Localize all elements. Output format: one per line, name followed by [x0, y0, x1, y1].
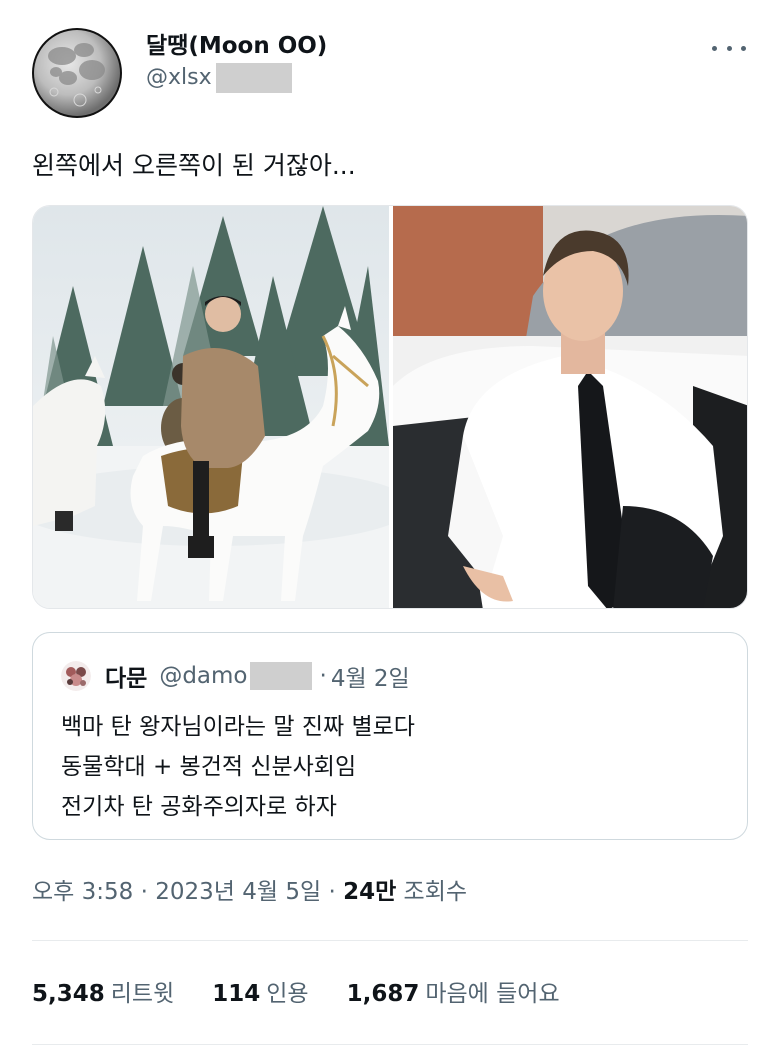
quote-text-line: 동물학대 + 봉건적 신분사회임: [61, 754, 357, 780]
author-info: 달땡(Moon OO) @xlsx: [146, 30, 327, 94]
quote-author-name[interactable]: 다문: [105, 659, 147, 693]
photo-man-in-white-shirt: [393, 206, 747, 608]
likes-count: 1,687: [346, 981, 420, 1007]
divider: [32, 1044, 748, 1045]
views-label: 조회수: [403, 879, 468, 905]
tweet-text: 왼쪽에서 오른쪽이 된 거잖아...: [32, 151, 356, 180]
author-display-name[interactable]: 달땡(Moon OO): [146, 30, 327, 62]
views-count[interactable]: 24만: [343, 879, 396, 905]
quote-date-separator: ·: [319, 663, 327, 689]
likes-label: 마음에 들어요: [425, 981, 560, 1007]
author-handle-row: @xlsx: [146, 62, 327, 94]
quoted-tweet[interactable]: 다문 @damo · 4월 2일 백마 탄 왕자님이라는 말 진짜 별로다 동물…: [32, 632, 748, 840]
tweet-time[interactable]: 오후 3:58: [32, 879, 133, 905]
photo-riders-on-white-horses: [33, 206, 413, 608]
more-options-icon[interactable]: [712, 38, 746, 58]
likes-stat[interactable]: 1,687 마음에 들어요: [347, 976, 560, 1012]
meta-separator: ·: [140, 879, 148, 905]
quotes-label: 인용: [266, 981, 309, 1007]
tweet-date[interactable]: 2023년 4월 5일: [155, 879, 321, 905]
divider: [32, 940, 748, 941]
quote-handle-redaction: [249, 662, 312, 690]
tweet-header: 달땡(Moon OO) @xlsx: [32, 28, 752, 118]
tweet-media[interactable]: [32, 205, 748, 609]
quote-date[interactable]: 4월 2일: [331, 659, 410, 693]
meta-separator: ·: [328, 879, 336, 905]
tweet-stats: 5,348 리트윗 114 인용 1,687 마음에 들어요: [32, 976, 598, 1012]
retweets-label: 리트윗: [110, 981, 175, 1007]
quote-text-line: 전기차 탄 공화주의자로 하자: [61, 794, 337, 820]
quote-author-avatar-icon[interactable]: [61, 661, 91, 691]
tweet-metadata: 오후 3:58 · 2023년 4월 5일 · 24만 조회수: [32, 874, 467, 910]
quotes-stat[interactable]: 114 인용: [212, 976, 308, 1012]
quote-author-handle[interactable]: @damo: [159, 663, 247, 689]
retweets-count: 5,348: [32, 981, 105, 1007]
handle-redaction: [215, 63, 292, 93]
quotes-count: 114: [212, 981, 261, 1007]
moon-icon: [32, 28, 122, 118]
quote-header: 다문 @damo · 4월 2일: [61, 659, 410, 693]
photo-white-horse[interactable]: [33, 206, 413, 608]
quote-text-line: 백마 탄 왕자님이라는 말 진짜 별로다: [61, 714, 415, 740]
photo-man-exiting-car[interactable]: [393, 206, 747, 608]
retweets-stat[interactable]: 5,348 리트윗: [32, 976, 174, 1012]
author-handle[interactable]: @xlsx: [146, 62, 212, 94]
quote-text: 백마 탄 왕자님이라는 말 진짜 별로다 동물학대 + 봉건적 신분사회임 전기…: [61, 707, 415, 827]
author-avatar[interactable]: [32, 28, 122, 118]
